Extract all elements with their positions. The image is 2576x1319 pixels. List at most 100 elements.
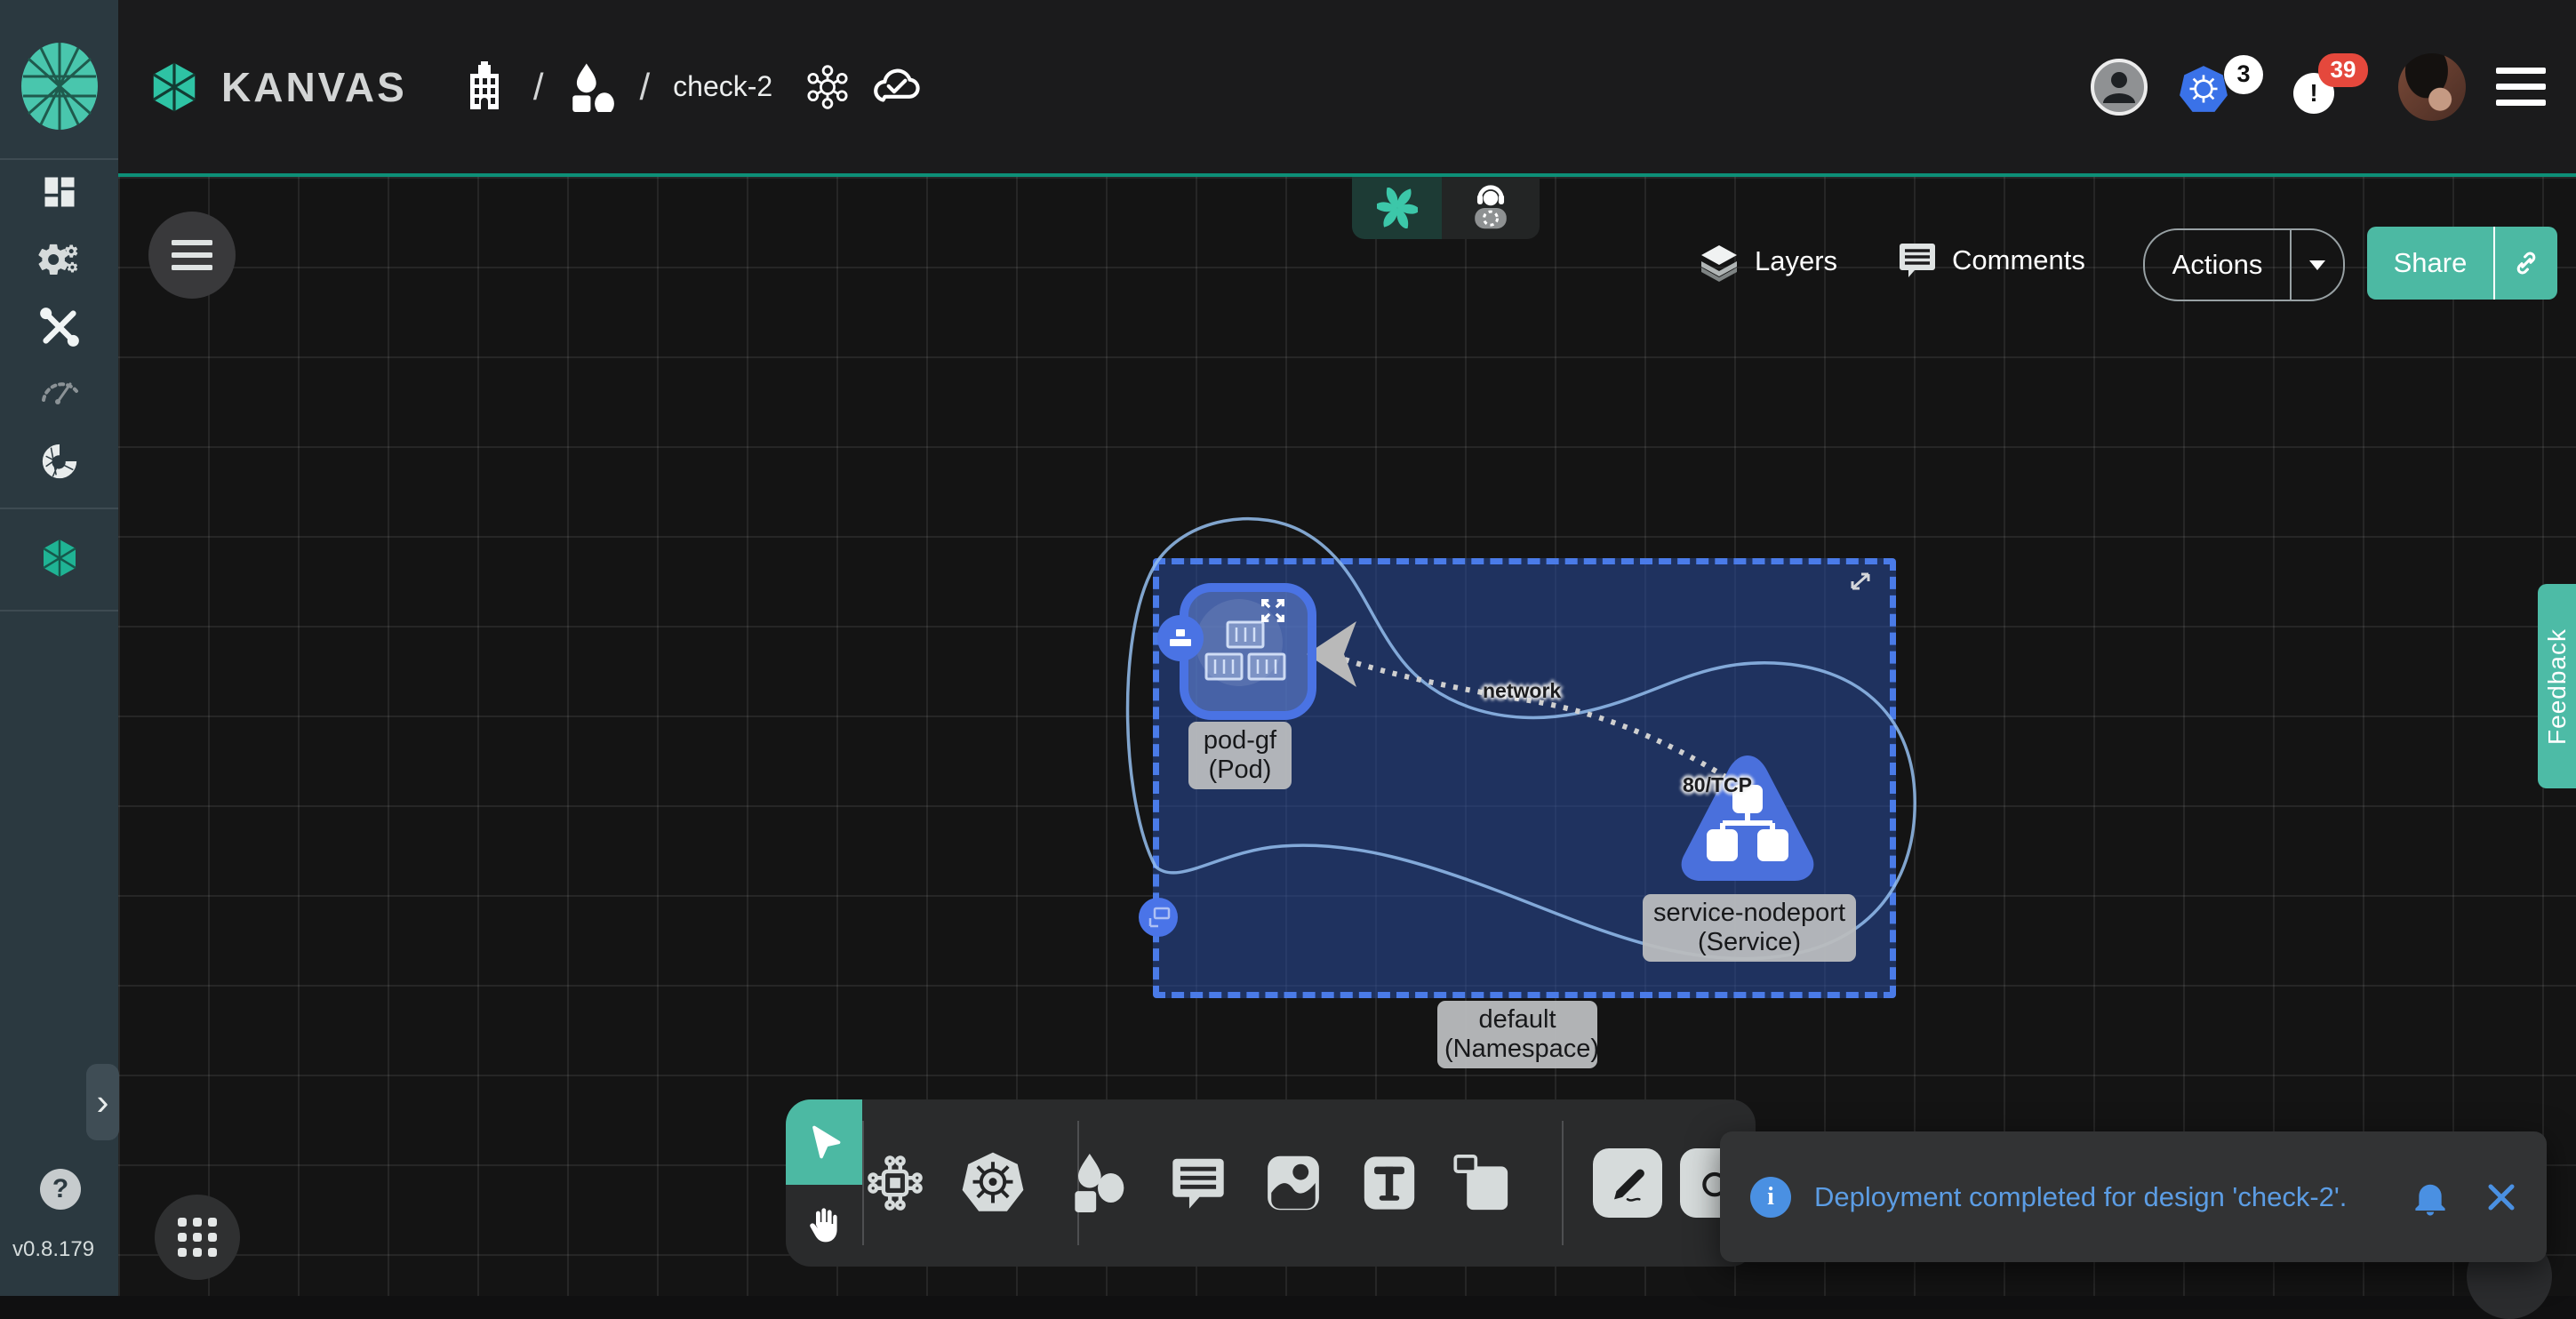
shapes-icon <box>1068 1152 1127 1214</box>
expand-icon[interactable] <box>1258 596 1288 626</box>
media-icon <box>1265 1154 1322 1212</box>
canvas-menu-button[interactable] <box>148 212 236 299</box>
service-label: service-nodeport(Service) <box>1643 894 1856 962</box>
hamburger-icon <box>172 240 212 270</box>
comments-label: Comments <box>1952 244 2085 276</box>
comments-icon <box>1897 240 1938 281</box>
sidebar-expand-button[interactable]: › <box>86 1064 119 1140</box>
hub-network-icon[interactable] <box>804 64 851 110</box>
sidebar-item-configuration[interactable] <box>37 305 82 349</box>
namespace-label: default(Namespace) <box>1437 1001 1597 1068</box>
breadcrumb-separator: / <box>533 66 544 108</box>
feedback-tab[interactable]: Feedback <box>2538 584 2576 788</box>
notification-count-badge: 39 <box>2318 53 2368 87</box>
canvas-top-accent-line <box>118 173 2576 177</box>
shapes-tool[interactable] <box>1065 1150 1131 1216</box>
edge-label: network <box>1483 679 1561 703</box>
text-tool[interactable] <box>1356 1150 1422 1216</box>
sidebar-divider <box>0 508 118 509</box>
sidebar-item-lifecycle[interactable] <box>37 237 82 282</box>
comments-button[interactable]: Comments <box>1897 240 2085 281</box>
edge-port-label: 80/TCP <box>1683 773 1752 797</box>
tool-dock <box>786 1099 1756 1267</box>
deployment-toast[interactable]: i Deployment completed for design 'check… <box>1720 1131 2547 1262</box>
meshery-context-tab[interactable] <box>1352 177 1442 239</box>
widgets-fab[interactable] <box>155 1195 240 1280</box>
media-tool[interactable] <box>1260 1150 1326 1216</box>
component-tool[interactable] <box>862 1150 928 1216</box>
kubernetes-icon <box>2178 64 2229 116</box>
pen-icon <box>1605 1161 1650 1205</box>
kanvas-hexagon-icon <box>38 537 81 580</box>
kubernetes-tool[interactable] <box>960 1150 1026 1216</box>
select-tool[interactable] <box>786 1099 862 1185</box>
share-button[interactable]: Share <box>2367 227 2557 300</box>
kanvas-wordmark: KANVAS <box>221 63 407 111</box>
version-label: v0.8.179 <box>12 1237 94 1262</box>
operator-status-tab[interactable] <box>1442 177 1540 239</box>
share-label: Share <box>2367 247 2493 279</box>
workload-icon <box>1168 628 1193 648</box>
operator-status-icon <box>1468 185 1513 231</box>
layers-icon <box>1698 240 1740 283</box>
pod-node[interactable] <box>1180 583 1316 720</box>
comment-icon <box>1169 1154 1228 1212</box>
sidebar-divider <box>0 610 118 612</box>
actions-label: Actions <box>2145 249 2290 281</box>
link-icon <box>2511 248 2541 278</box>
pan-tool[interactable] <box>786 1185 862 1267</box>
hand-icon <box>803 1204 845 1247</box>
sidebar-divider <box>0 158 118 160</box>
header: KANVAS / / check-2 <box>118 0 2576 173</box>
note-icon <box>1452 1154 1510 1212</box>
hamburger-menu-icon[interactable] <box>2496 68 2546 107</box>
sidebar-item-dashboard[interactable] <box>37 170 82 214</box>
cursor-icon <box>804 1123 844 1162</box>
actions-dropdown[interactable] <box>2292 260 2343 270</box>
feedback-label: Feedback <box>2543 628 2572 745</box>
note-tool[interactable] <box>1448 1150 1514 1216</box>
pod-workload-badge[interactable] <box>1157 615 1204 661</box>
actions-button[interactable]: Actions <box>2143 228 2345 301</box>
sidebar-item-kanvas-active[interactable] <box>37 536 82 580</box>
copy-link-button[interactable] <box>2495 248 2557 278</box>
chevron-right-icon: › <box>97 1081 109 1123</box>
sidebar-item-extensions[interactable] <box>37 439 82 484</box>
layer5-logo[interactable] <box>20 41 100 132</box>
dock-divider <box>1562 1121 1564 1245</box>
chevron-down-icon <box>2309 260 2325 270</box>
gauge-icon <box>38 370 81 405</box>
help-button[interactable]: ? <box>40 1169 81 1210</box>
info-icon: i <box>1750 1177 1791 1218</box>
comment-tool[interactable] <box>1165 1150 1231 1216</box>
anonymous-avatar[interactable] <box>2091 59 2148 116</box>
sidebar-item-performance[interactable] <box>37 365 82 410</box>
bell-icon[interactable] <box>2413 1179 2447 1216</box>
text-icon <box>1362 1154 1417 1212</box>
organization-icon[interactable] <box>459 60 510 115</box>
meshery-context-icon <box>1377 188 1418 228</box>
k8s-context-switcher[interactable]: 3 <box>2178 55 2263 119</box>
breadcrumb-design-name[interactable]: check-2 <box>673 70 772 103</box>
dashboard-icon <box>40 172 79 212</box>
kanvas-logo-icon[interactable] <box>147 60 202 115</box>
draw-tool[interactable] <box>1593 1148 1662 1218</box>
gears-icon <box>38 240 81 279</box>
pod-label: pod-gf(Pod) <box>1188 722 1292 789</box>
close-icon[interactable] <box>2486 1182 2516 1212</box>
mesh-sphere-icon <box>39 441 80 482</box>
layers-button[interactable]: Layers <box>1698 240 1837 283</box>
tools-icon <box>39 307 80 348</box>
layers-label: Layers <box>1755 245 1837 277</box>
user-avatar[interactable] <box>2398 53 2466 121</box>
cloud-saved-icon[interactable] <box>870 64 922 110</box>
toast-message: Deployment completed for design 'check-2… <box>1814 1181 2413 1213</box>
person-icon <box>2094 62 2144 112</box>
designs-icon[interactable] <box>567 62 617 112</box>
component-icon <box>864 1152 926 1214</box>
k8s-context-count-badge[interactable]: 3 <box>2224 55 2263 94</box>
breadcrumb-separator: / <box>640 66 651 108</box>
kubernetes-helm-icon <box>960 1149 1026 1217</box>
containers-icon <box>1204 620 1286 684</box>
notification-bell[interactable]: ! 39 <box>2293 53 2368 121</box>
